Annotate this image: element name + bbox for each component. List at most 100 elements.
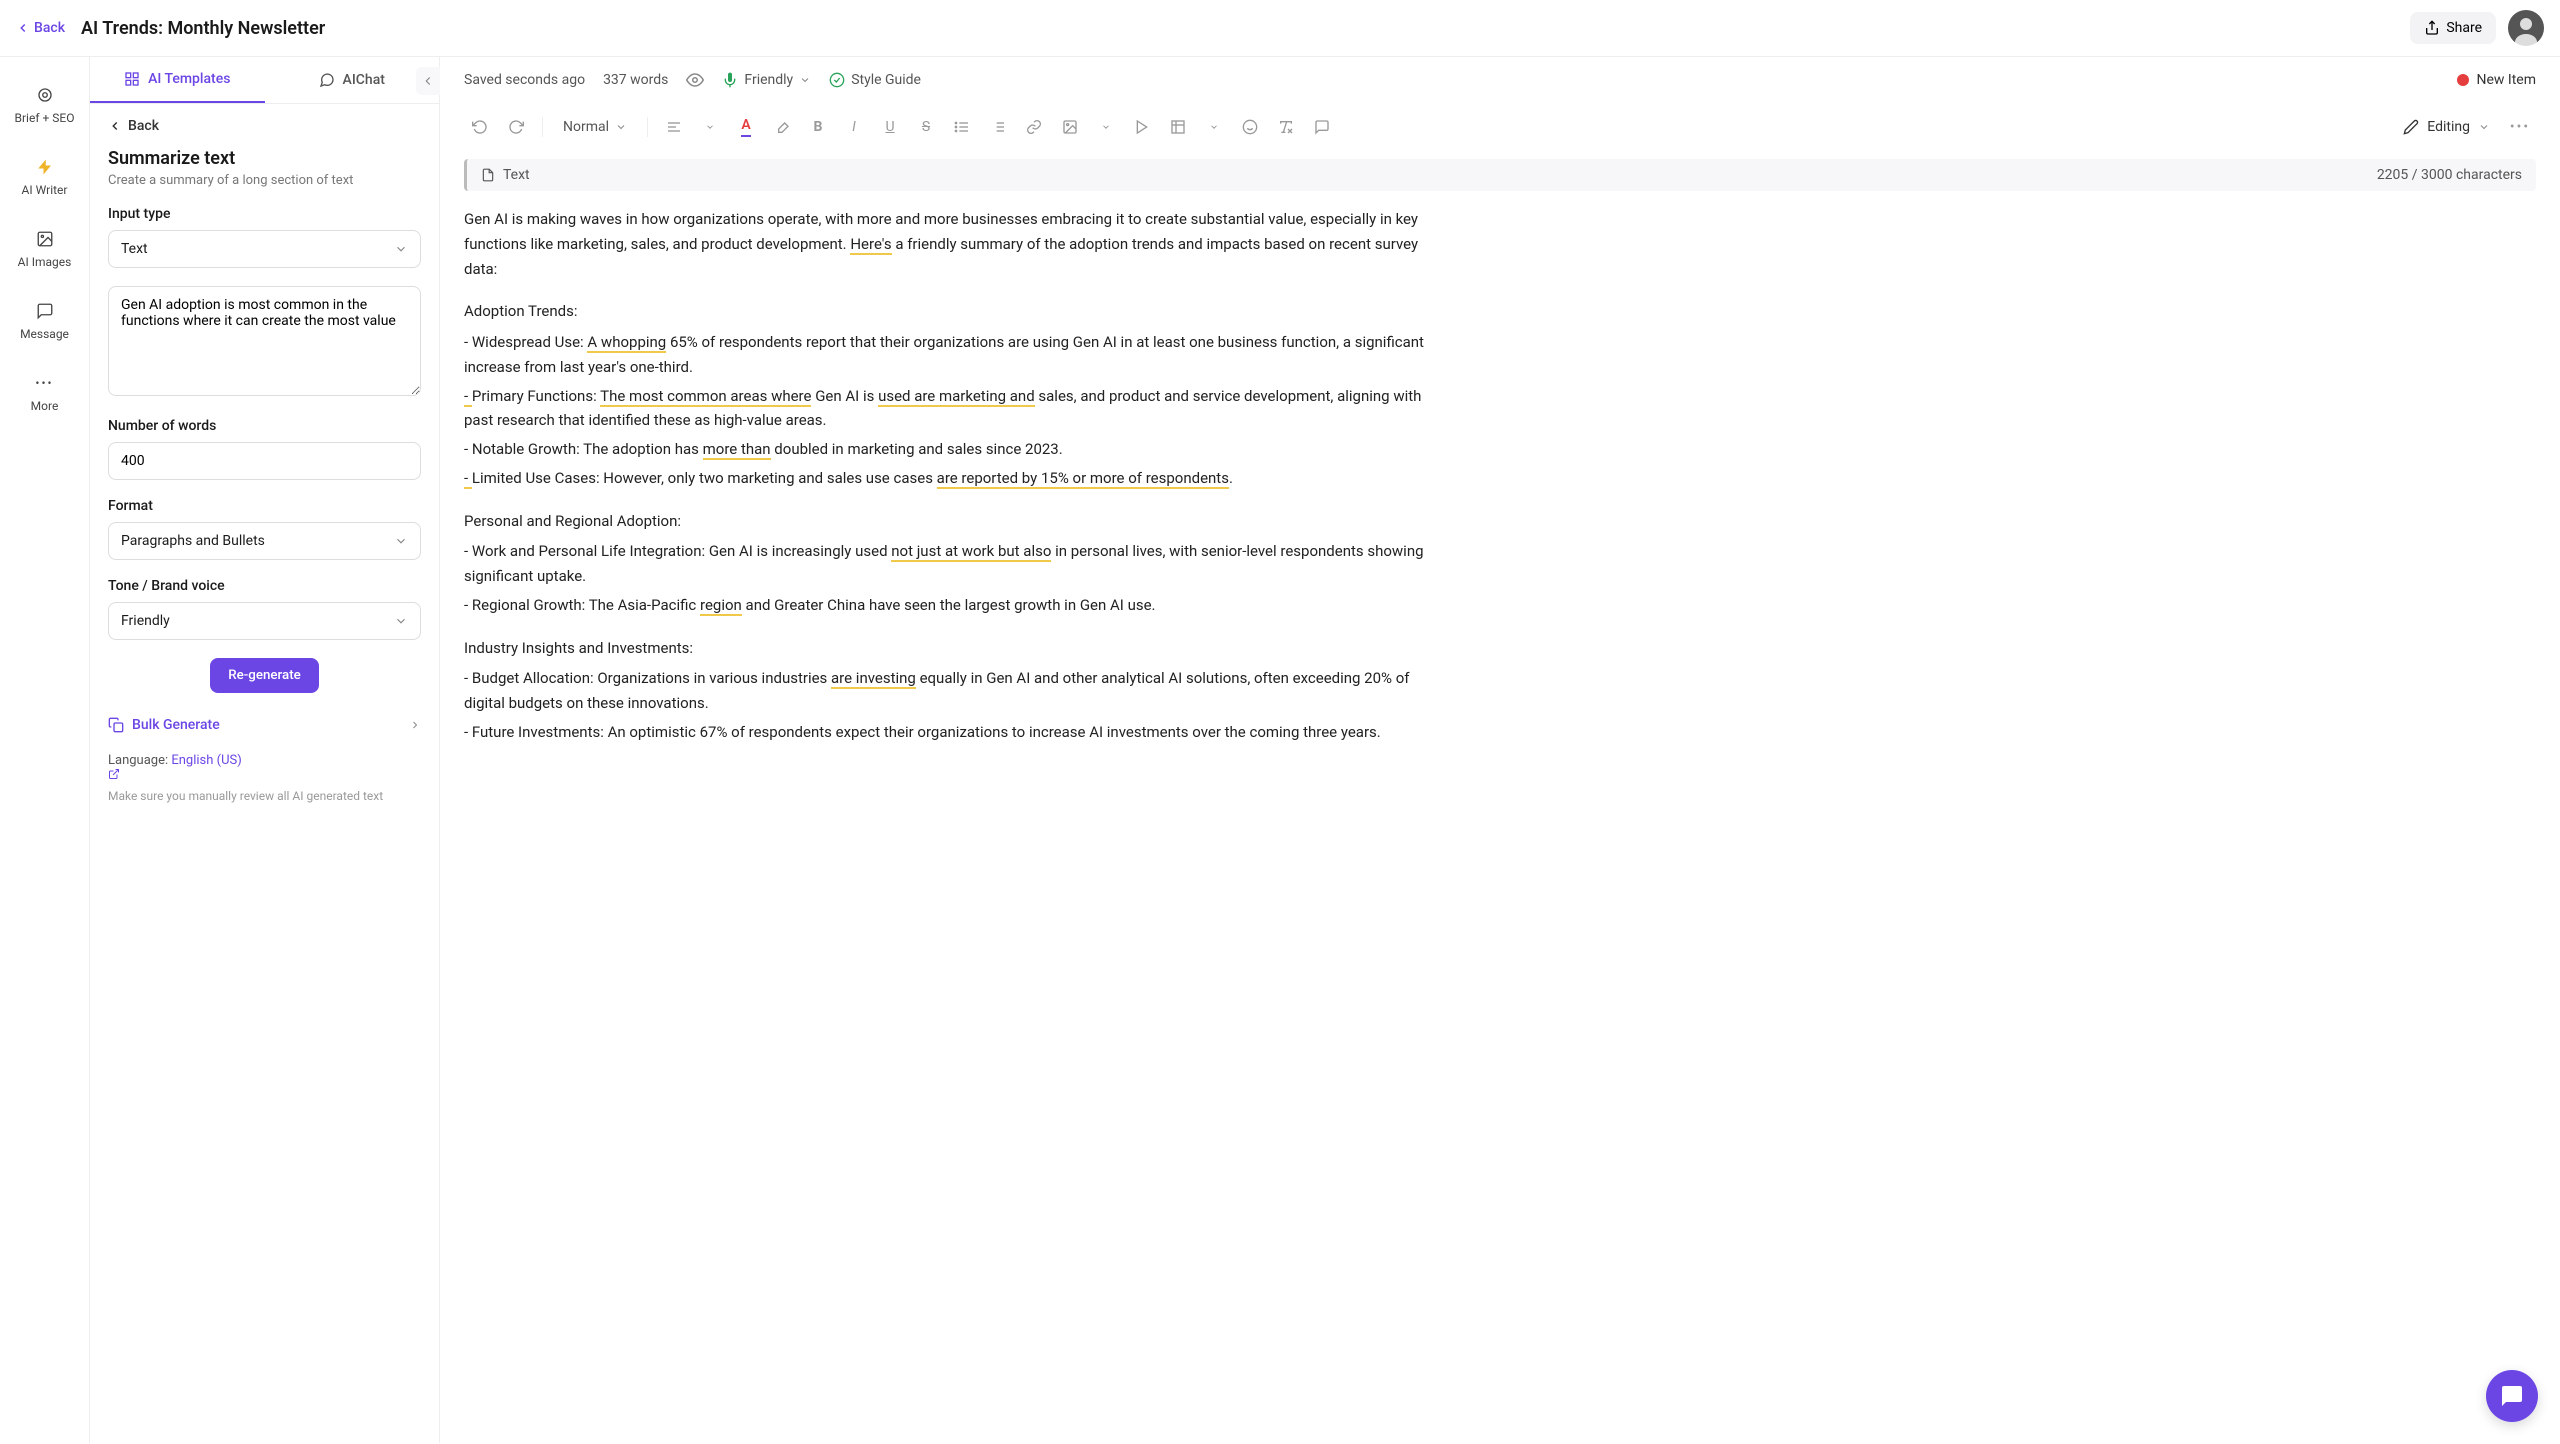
pencil-icon xyxy=(2403,119,2419,135)
chevron-right-icon xyxy=(409,719,421,731)
editor-body[interactable]: Gen AI is making waves in how organizati… xyxy=(464,207,1444,745)
rail-label: Message xyxy=(20,327,69,341)
word-count: 337 words xyxy=(603,72,668,88)
document-icon xyxy=(481,168,495,182)
templates-icon xyxy=(124,71,140,87)
rail-label: More xyxy=(31,399,59,413)
rail-label: AI Writer xyxy=(22,183,68,197)
rail-brief-seo[interactable]: Brief + SEO xyxy=(0,69,89,141)
tone-value: Friendly xyxy=(121,613,170,629)
user-avatar[interactable] xyxy=(2508,10,2544,46)
rail-ai-writer[interactable]: AI Writer xyxy=(0,141,89,213)
saved-status: Saved seconds ago xyxy=(464,72,585,88)
new-item-indicator[interactable]: New Item xyxy=(2457,72,2537,88)
emoji-button[interactable] xyxy=(1234,111,1266,143)
left-rail: Brief + SEO AI Writer AI Images Message … xyxy=(0,57,90,1443)
bulk-label: Bulk Generate xyxy=(132,717,220,733)
rail-ai-images[interactable]: AI Images xyxy=(0,213,89,285)
language-link[interactable]: English (US) xyxy=(171,753,241,768)
highlight-button[interactable] xyxy=(766,111,798,143)
underline-button[interactable]: U xyxy=(874,111,906,143)
paragraph-style-value: Normal xyxy=(563,119,609,135)
eye-icon[interactable] xyxy=(686,71,704,89)
chevron-down-icon xyxy=(394,534,408,548)
tone-dropdown[interactable]: Friendly xyxy=(722,72,811,88)
align-dropdown[interactable] xyxy=(694,111,726,143)
input-type-value: Text xyxy=(121,241,148,257)
copy-icon xyxy=(108,717,124,733)
clear-format-button[interactable] xyxy=(1270,111,1302,143)
num-words-input[interactable] xyxy=(108,442,421,480)
chevron-left-icon xyxy=(16,21,30,35)
video-button[interactable] xyxy=(1126,111,1158,143)
more-icon: ••• xyxy=(35,373,55,393)
redo-button[interactable] xyxy=(500,111,532,143)
share-icon xyxy=(2424,20,2440,36)
more-toolbar-button[interactable]: ••• xyxy=(2504,111,2536,143)
input-text-textarea[interactable] xyxy=(108,286,421,396)
rail-label: Brief + SEO xyxy=(15,111,75,125)
review-note: Make sure you manually review all AI gen… xyxy=(108,788,421,805)
topbar-back-label: Back xyxy=(34,20,65,36)
format-label: Format xyxy=(108,498,421,514)
share-label: Share xyxy=(2446,20,2482,36)
table-button[interactable] xyxy=(1162,111,1194,143)
chevron-down-icon xyxy=(2478,121,2490,133)
bulk-generate-button[interactable]: Bulk Generate xyxy=(108,711,421,739)
editing-mode-select[interactable]: Editing xyxy=(2393,115,2500,139)
align-button[interactable] xyxy=(658,111,690,143)
share-button[interactable]: Share xyxy=(2410,12,2496,44)
tone-label: Friendly xyxy=(744,72,793,88)
tone-select[interactable]: Friendly xyxy=(108,602,421,640)
italic-button[interactable]: I xyxy=(838,111,870,143)
style-guide-button[interactable]: Style Guide xyxy=(829,72,921,88)
regenerate-button[interactable]: Re-generate xyxy=(210,658,319,693)
image-icon xyxy=(35,229,55,249)
paragraph-style-select[interactable]: Normal xyxy=(553,115,637,139)
chat-fab-button[interactable] xyxy=(2486,1370,2538,1422)
numbered-list-button[interactable] xyxy=(982,111,1014,143)
image-dropdown[interactable] xyxy=(1090,111,1122,143)
text-color-button[interactable]: A xyxy=(730,111,762,143)
bullet-list-button[interactable] xyxy=(946,111,978,143)
document-title: AI Trends: Monthly Newsletter xyxy=(81,18,325,39)
tab-ai-chat[interactable]: AIChat xyxy=(265,57,440,103)
comment-button[interactable] xyxy=(1306,111,1338,143)
check-circle-icon xyxy=(829,72,845,88)
format-select[interactable]: Paragraphs and Bullets xyxy=(108,522,421,560)
target-icon xyxy=(35,85,55,105)
input-type-select[interactable]: Text xyxy=(108,230,421,268)
tab-label: AI Templates xyxy=(148,71,230,87)
link-button[interactable] xyxy=(1018,111,1050,143)
mic-icon xyxy=(722,72,738,88)
chevron-down-icon xyxy=(394,614,408,628)
undo-button[interactable] xyxy=(464,111,496,143)
rail-more[interactable]: ••• More xyxy=(0,357,89,429)
bold-button[interactable]: B xyxy=(802,111,834,143)
tab-label: AIChat xyxy=(343,72,385,88)
panel-title: Summarize text xyxy=(108,148,421,169)
panel-back-button[interactable]: Back xyxy=(108,118,421,134)
strikethrough-button[interactable]: S xyxy=(910,111,942,143)
editing-mode-value: Editing xyxy=(2427,119,2470,135)
collapse-sidebar-button[interactable] xyxy=(416,67,440,95)
table-dropdown[interactable] xyxy=(1198,111,1230,143)
external-link-icon xyxy=(108,768,421,780)
text-chip-label: Text xyxy=(503,167,530,183)
char-count: 2205 / 3000 characters xyxy=(2377,167,2522,183)
new-item-label: New Item xyxy=(2477,72,2537,88)
format-value: Paragraphs and Bullets xyxy=(121,533,265,549)
tone-label: Tone / Brand voice xyxy=(108,578,421,594)
topbar-back-button[interactable]: Back xyxy=(16,20,65,36)
editor-toolbar: Normal A B I U S Editing xyxy=(440,103,2560,151)
rail-label: AI Images xyxy=(18,255,72,269)
text-block-header: Text 2205 / 3000 characters xyxy=(464,159,2536,191)
chevron-down-icon xyxy=(799,74,811,86)
rail-message[interactable]: Message xyxy=(0,285,89,357)
image-button[interactable] xyxy=(1054,111,1086,143)
chat-icon xyxy=(319,72,335,88)
chevron-down-icon xyxy=(394,242,408,256)
tab-ai-templates[interactable]: AI Templates xyxy=(90,57,265,103)
status-dot-icon xyxy=(2457,74,2469,86)
chevron-down-icon xyxy=(615,121,627,133)
